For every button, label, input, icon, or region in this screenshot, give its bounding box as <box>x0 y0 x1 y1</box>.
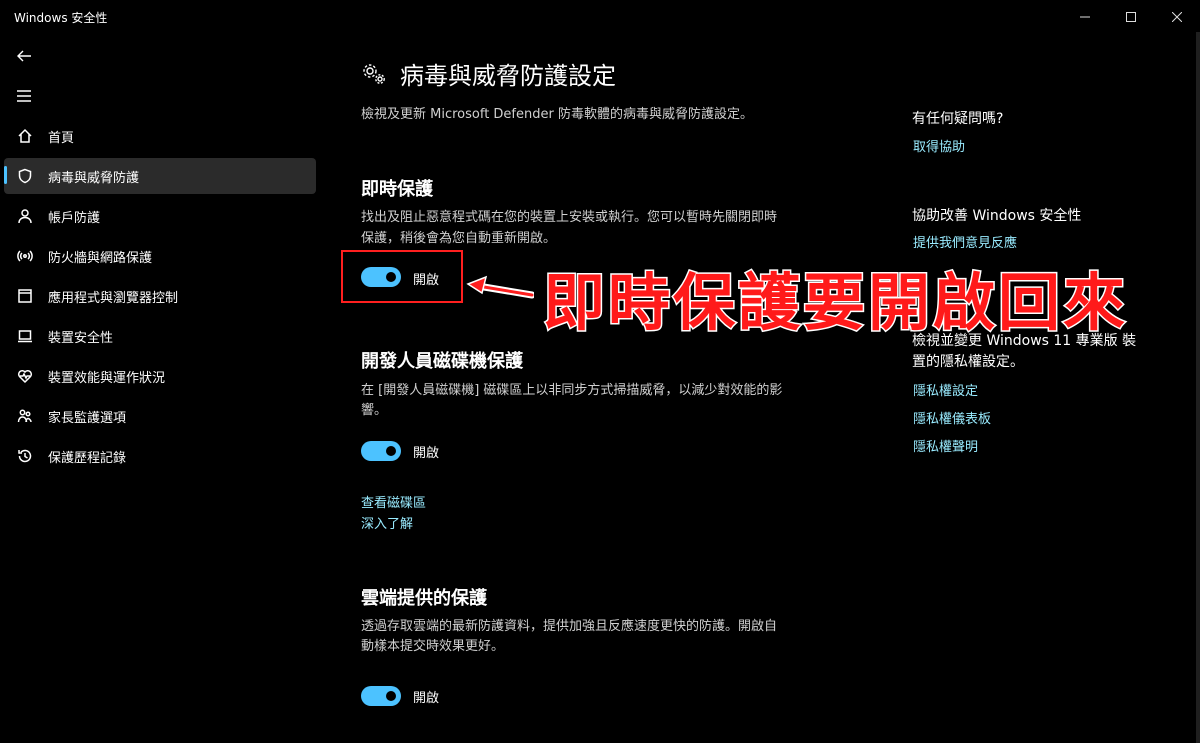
annotation-text: 即時保護要開啟回來 <box>541 265 1129 341</box>
sidebar-item-label: 防火牆與網路保護 <box>48 250 153 266</box>
improve-title: 協助改善 Windows 安全性 <box>912 208 1082 224</box>
toggle-knob <box>386 691 396 701</box>
app-title: Windows 安全性 <box>14 11 108 25</box>
title-bar <box>0 0 1200 32</box>
sidebar-item-history[interactable]: 保護歷程記錄 <box>4 438 316 474</box>
family-icon <box>16 407 34 425</box>
settings-gear-icon <box>360 60 388 92</box>
cloud-toggle-label: 開啟 <box>413 691 440 706</box>
menu-button[interactable] <box>8 81 40 111</box>
maximize-icon <box>1126 12 1136 22</box>
sidebar-item-family[interactable]: 家長監護選項 <box>4 398 316 434</box>
minimize-icon <box>1080 16 1090 18</box>
laptop-icon <box>16 327 34 345</box>
get-help-link[interactable]: 取得協助 <box>913 136 965 155</box>
learn-more-link[interactable]: 深入了解 <box>361 513 413 532</box>
sidebar-item-label: 首頁 <box>48 130 75 146</box>
sidebar-item-label: 家長監護選項 <box>48 410 127 426</box>
sidebar-item-device-security[interactable]: 裝置安全性 <box>4 318 316 354</box>
annotation-highlight-box <box>341 250 463 303</box>
sidebar-item-label: 保護歷程記錄 <box>48 450 127 466</box>
close-button[interactable] <box>1154 6 1200 28</box>
privacy-desc-2: 置的隱私權設定。 <box>912 354 1024 370</box>
sidebar-item-home[interactable]: 首頁 <box>4 118 316 154</box>
back-button[interactable] <box>8 41 40 71</box>
home-icon <box>16 127 34 145</box>
cloud-protection-desc-2: 動樣本提交時效果更好。 <box>361 639 505 654</box>
minimize-button[interactable] <box>1062 6 1108 28</box>
dev-drive-protection-title: 開發人員磁碟機保護 <box>361 351 523 372</box>
cloud-protection-desc-1: 透過存取雲端的最新防護資料，提供加強且反應速度更快的防護。開啟自 <box>361 619 778 634</box>
hamburger-icon <box>17 90 31 102</box>
scrollbar-track[interactable] <box>1196 32 1200 743</box>
sidebar-item-account[interactable]: 帳戶防護 <box>4 198 316 234</box>
sidebar-item-device-health[interactable]: 裝置效能與運作狀況 <box>4 358 316 394</box>
app-window-icon <box>16 287 34 305</box>
realtime-protection-title: 即時保護 <box>361 179 433 200</box>
person-icon <box>16 207 34 225</box>
privacy-statement-link[interactable]: 隱私權聲明 <box>913 436 978 455</box>
sidebar-item-virus-protection[interactable]: 病毒與威脅防護 <box>4 158 316 194</box>
page-title: 病毒與威脅防護設定 <box>400 62 616 90</box>
sidebar-item-label: 裝置安全性 <box>48 330 114 346</box>
feedback-link[interactable]: 提供我們意見反應 <box>913 232 1017 251</box>
wireless-icon <box>16 247 34 265</box>
page-description: 檢視及更新 Microsoft Defender 防毒軟體的病毒與威脅防護設定。 <box>361 107 753 122</box>
sidebar-item-label: 帳戶防護 <box>48 210 101 226</box>
close-icon <box>1172 12 1182 22</box>
annotation-arrow-icon <box>466 275 534 299</box>
privacy-dashboard-link[interactable]: 隱私權儀表板 <box>913 408 991 427</box>
cloud-protection-toggle[interactable] <box>361 686 401 706</box>
privacy-settings-link[interactable]: 隱私權設定 <box>913 380 978 399</box>
shield-icon <box>16 167 34 185</box>
history-icon <box>16 447 34 465</box>
active-indicator <box>4 166 7 184</box>
sidebar-item-app-browser[interactable]: 應用程式與瀏覽器控制 <box>4 278 316 314</box>
sidebar-item-firewall[interactable]: 防火牆與網路保護 <box>4 238 316 274</box>
help-title: 有任何疑問嗎? <box>912 111 1004 127</box>
sidebar-item-label: 病毒與威脅防護 <box>48 170 140 186</box>
toggle-knob <box>386 446 396 456</box>
dev-drive-toggle-label: 開啟 <box>413 446 440 461</box>
cloud-protection-title: 雲端提供的保護 <box>361 588 487 609</box>
view-volumes-link[interactable]: 查看磁碟區 <box>361 492 426 511</box>
heart-pulse-icon <box>16 367 34 385</box>
dev-drive-desc-2: 響。 <box>361 403 388 418</box>
dev-drive-toggle[interactable] <box>361 441 401 461</box>
maximize-button[interactable] <box>1108 6 1154 28</box>
realtime-protection-desc-2: 保護，稍後會為您自動重新開啟。 <box>361 231 557 246</box>
realtime-protection-desc-1: 找出及阻止惡意程式碼在您的裝置上安裝或執行。您可以暫時先關閉即時 <box>361 210 778 225</box>
dev-drive-desc-1: 在 [開發人員磁碟機] 磁碟區上以非同步方式掃描威脅，以減少對效能的影 <box>361 383 783 398</box>
sidebar-item-label: 應用程式與瀏覽器控制 <box>48 290 179 306</box>
sidebar-item-label: 裝置效能與運作狀況 <box>48 370 166 386</box>
back-arrow-icon <box>17 50 31 62</box>
